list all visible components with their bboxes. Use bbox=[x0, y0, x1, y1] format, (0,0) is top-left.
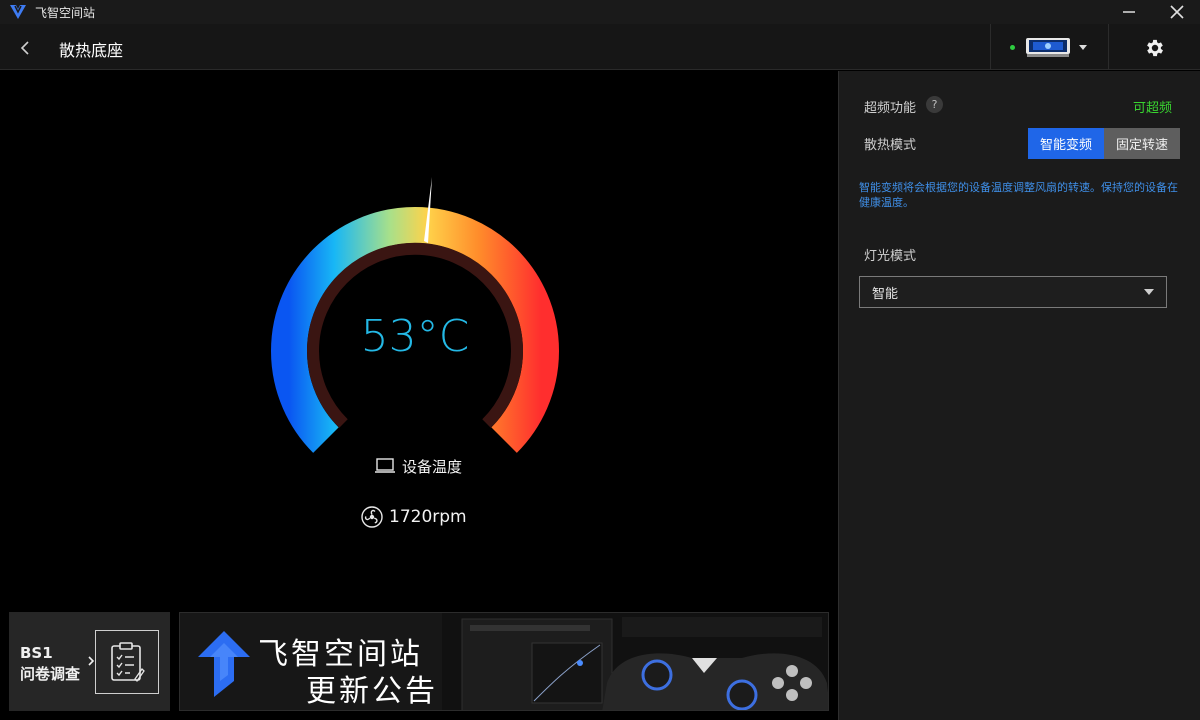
sensor-label: 设备温度 bbox=[402, 457, 463, 476]
title-bar: 飞智空间站 bbox=[0, 0, 1200, 24]
help-icon[interactable]: ? bbox=[926, 96, 943, 113]
chevron-down-icon bbox=[1079, 44, 1087, 50]
survey-card[interactable]: BS1 问卷调查 bbox=[9, 612, 170, 711]
overclock-label: 超频功能 bbox=[864, 101, 917, 116]
back-button[interactable] bbox=[12, 35, 38, 61]
minimize-button[interactable] bbox=[1106, 0, 1152, 24]
feizhi-arrow-logo-icon bbox=[198, 631, 250, 697]
update-announcement-banner[interactable]: 飞智空间站 更新公告 bbox=[179, 612, 829, 711]
survey-icon-box bbox=[95, 630, 159, 694]
cooling-mode-toggle: 智能变频 固定转速 bbox=[1028, 128, 1180, 159]
app-title: 飞智空间站 bbox=[35, 5, 96, 20]
laptop-icon bbox=[375, 458, 395, 473]
fan-speed-group: 1720rpm bbox=[360, 505, 467, 529]
chevron-right-icon bbox=[88, 656, 95, 666]
sensor-label-group: 设备温度 bbox=[374, 455, 462, 477]
cooling-pad-device-icon bbox=[1026, 38, 1070, 57]
overclock-status: 可超频 bbox=[1133, 101, 1173, 116]
survey-subtitle: 问卷调查 bbox=[20, 665, 81, 683]
dropdown-arrow-icon bbox=[1144, 289, 1154, 295]
light-mode-value: 智能 bbox=[872, 286, 899, 302]
header-divider bbox=[990, 24, 991, 70]
fan-speed-readout: 1720rpm bbox=[389, 507, 467, 527]
clipboard-icon bbox=[111, 642, 145, 683]
settings-button[interactable] bbox=[1140, 34, 1170, 62]
main-area: 53°C 设备温度 1720rpm BS1 问卷调查 飞智空间站 更新公告 bbox=[0, 71, 838, 720]
banner-subtitle: 更新公告 bbox=[306, 674, 438, 709]
feizhi-logo-icon bbox=[9, 3, 27, 21]
temperature-readout: 53°C bbox=[360, 311, 470, 362]
fan-icon bbox=[361, 506, 383, 528]
mode-fixed-speed-button[interactable]: 固定转速 bbox=[1104, 128, 1180, 159]
page-title: 散热底座 bbox=[59, 41, 124, 60]
light-mode-select[interactable]: 智能 bbox=[859, 276, 1167, 308]
cooling-mode-label: 散热模式 bbox=[864, 138, 917, 153]
settings-panel: 超频功能 ? 可超频 散热模式 智能变频 固定转速 智能变频将会根据您的设备温度… bbox=[838, 71, 1200, 720]
mode-smart-button[interactable]: 智能变频 bbox=[1028, 128, 1104, 159]
page-header: 散热底座 bbox=[0, 24, 1200, 70]
mode-description: 智能变频将会根据您的设备温度调整风扇的转速。保持您的设备在健康温度。 bbox=[859, 181, 1178, 209]
chevron-left-icon bbox=[20, 41, 29, 55]
gear-icon bbox=[1147, 39, 1163, 57]
light-mode-label: 灯光模式 bbox=[864, 249, 917, 264]
connection-status-dot bbox=[1010, 44, 1015, 50]
controller-promo-image bbox=[442, 613, 828, 710]
device-selector[interactable] bbox=[1004, 32, 1100, 62]
header-divider bbox=[1108, 24, 1109, 70]
survey-title: BS1 bbox=[20, 644, 53, 662]
close-button[interactable] bbox=[1154, 0, 1200, 24]
